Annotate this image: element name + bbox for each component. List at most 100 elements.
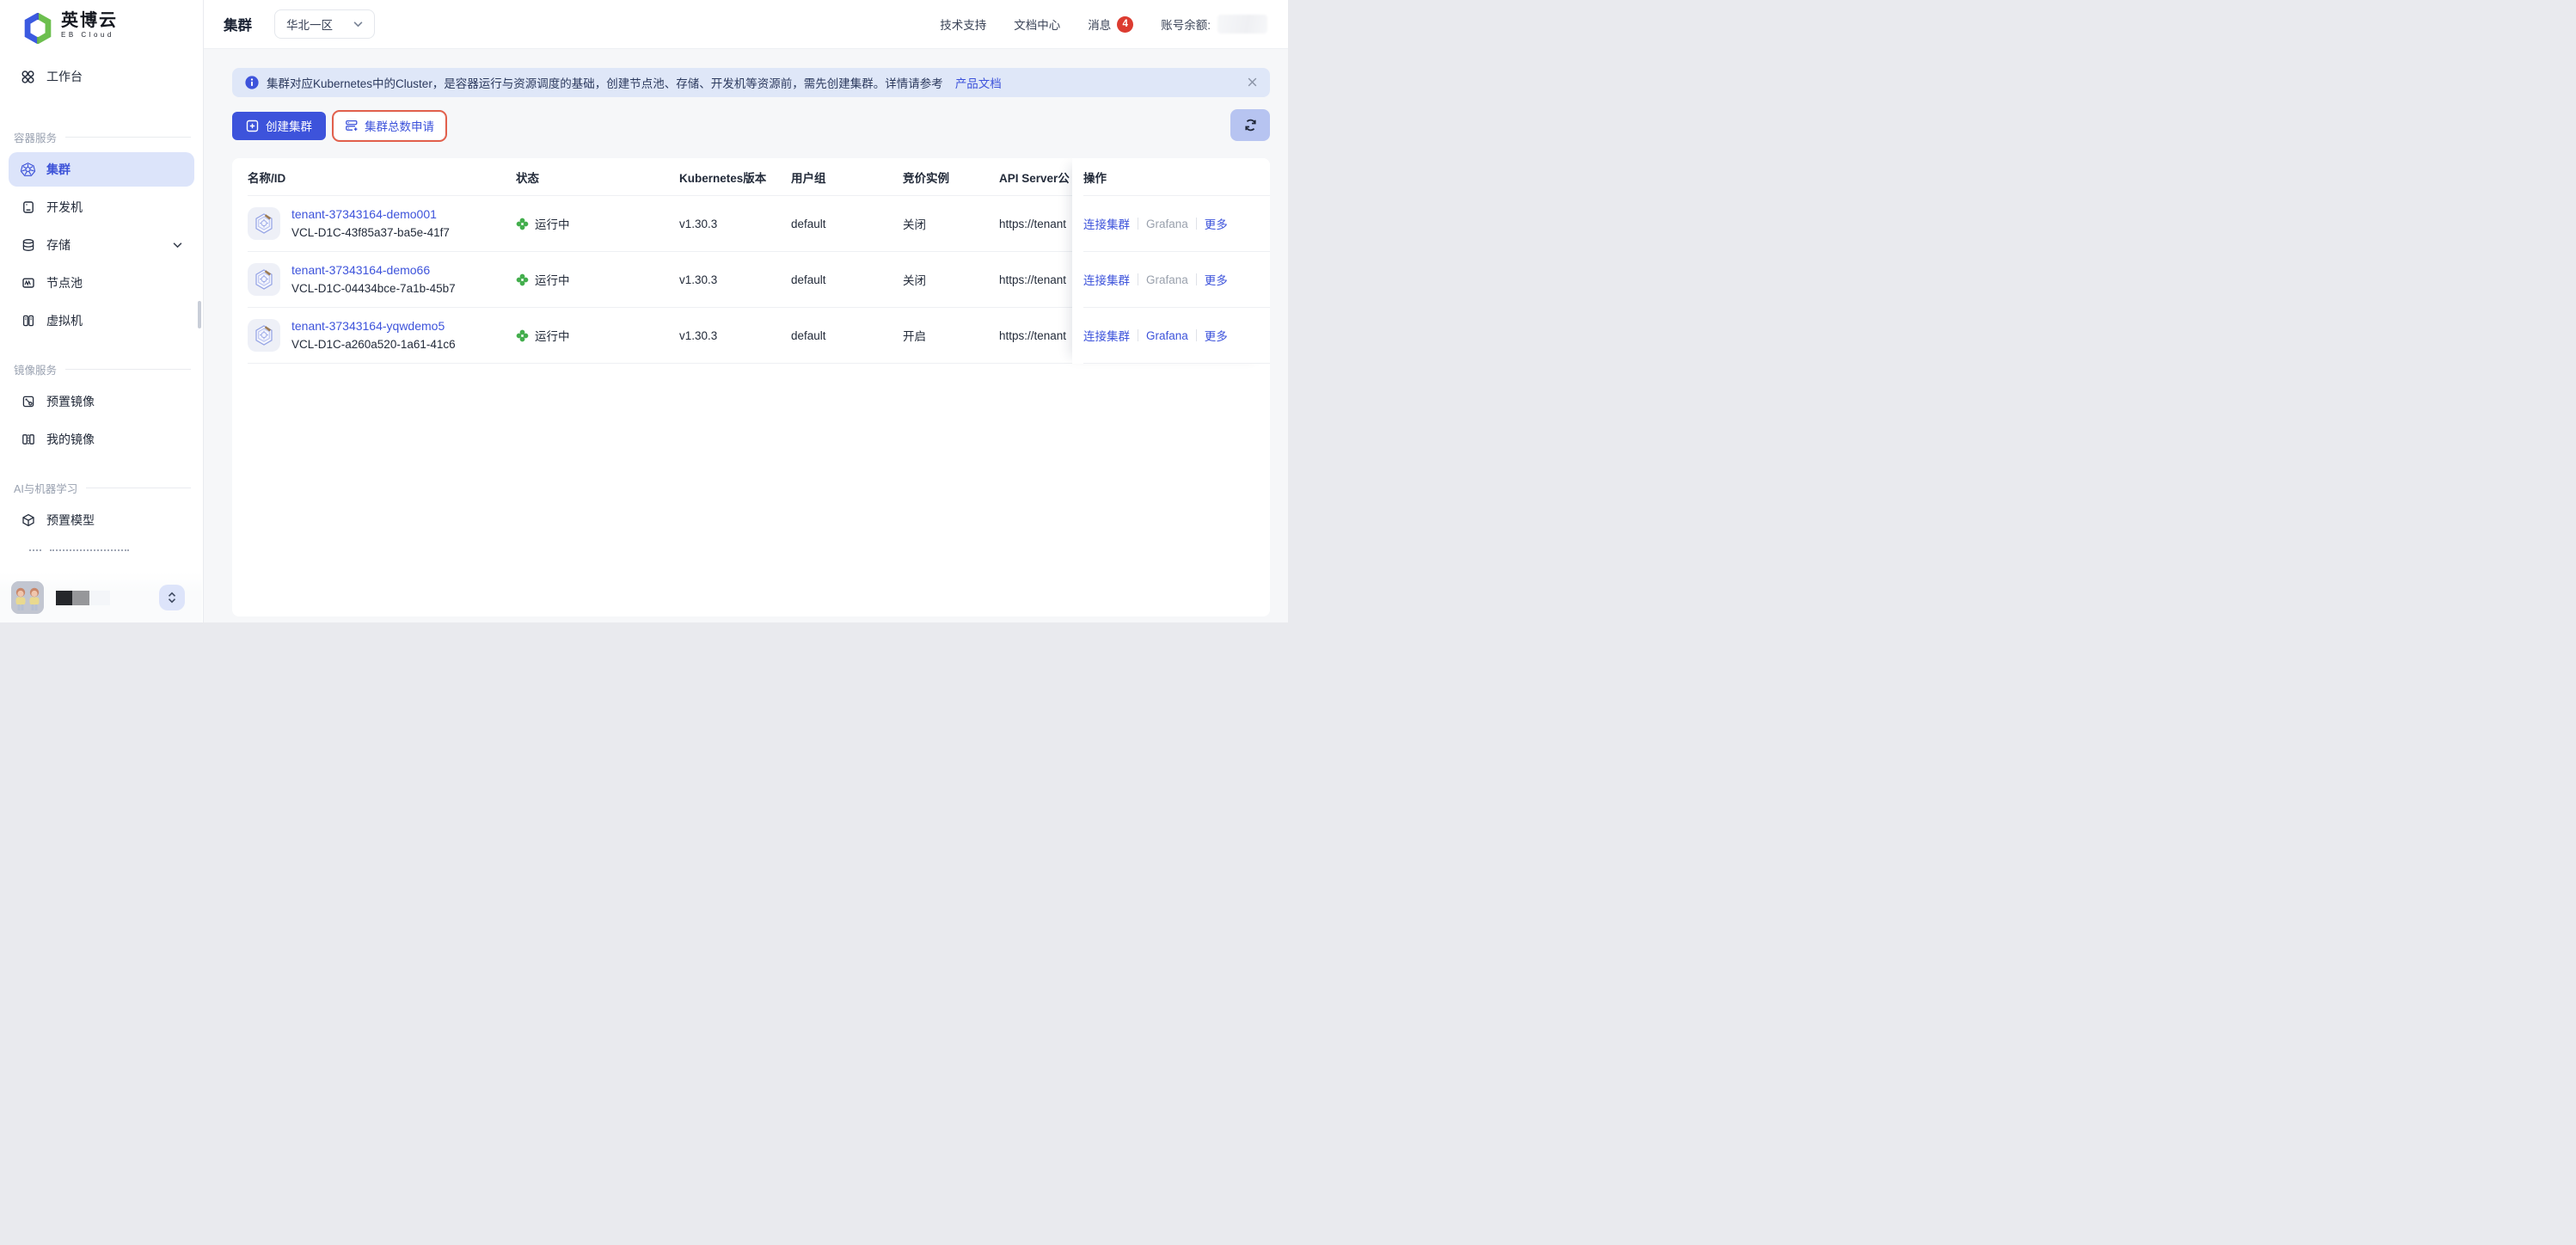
k8s-version: v1.30.3 <box>679 273 791 286</box>
connect-cluster-link[interactable]: 连接集群 <box>1083 215 1130 232</box>
docs-link[interactable]: 文档中心 <box>1014 15 1060 33</box>
api-server-url: https://tenant <box>999 218 1072 230</box>
vm-icon <box>21 314 35 328</box>
section-label: AI与机器学习 <box>14 480 77 496</box>
my-image-icon <box>21 432 35 447</box>
grafana-link: Grafana <box>1146 273 1188 286</box>
create-cluster-button[interactable]: 创建集群 <box>232 112 326 140</box>
sidebar-item-vm[interactable]: 虚拟机 <box>9 304 194 338</box>
refresh-icon <box>1243 118 1258 132</box>
sidebar-item-workbench[interactable]: 工作台 <box>9 59 194 94</box>
column-header-spot: 竞价实例 <box>903 169 999 186</box>
user-group: default <box>791 218 903 230</box>
cluster-icon <box>248 263 280 296</box>
column-header-name: 名称/ID <box>248 169 516 186</box>
annotation-highlight-box: 集群总数申请 <box>332 110 447 142</box>
sidebar-collapse-button[interactable] <box>159 585 185 610</box>
column-header-version: Kubernetes版本 <box>679 169 791 186</box>
support-link[interactable]: 技术支持 <box>940 15 986 33</box>
storage-icon <box>21 238 35 253</box>
cluster-id: VCL-D1C-04434bce-7a1b-45b7 <box>291 282 456 296</box>
refresh-button[interactable] <box>1230 109 1270 141</box>
more-link[interactable]: 更多 <box>1205 215 1228 232</box>
chevron-up-down-icon <box>165 591 179 604</box>
content-area: 集群对应Kubernetes中的Cluster，是容器运行与资源调度的基础，创建… <box>204 49 1288 622</box>
app-root: 英博云 EB Cloud 工作台 容器服务 <box>0 0 1288 622</box>
column-header-actions: 操作 <box>1083 158 1270 196</box>
create-cluster-label: 创建集群 <box>266 117 312 134</box>
user-avatar[interactable] <box>11 581 44 614</box>
sidebar: 英博云 EB Cloud 工作台 容器服务 <box>0 0 204 622</box>
spot-instance: 关闭 <box>903 271 999 288</box>
sidebar-item-preset-models[interactable]: 预置模型 <box>9 503 194 537</box>
api-server-url: https://tenant <box>999 273 1072 286</box>
balance-value-redacted <box>1217 15 1267 34</box>
spot-instance: 关闭 <box>903 215 999 232</box>
balance-label: 账号余额: <box>1161 15 1211 33</box>
grafana-link: Grafana <box>1146 218 1188 230</box>
status-text: 运行中 <box>535 271 570 288</box>
more-link[interactable]: 更多 <box>1205 271 1228 288</box>
user-group: default <box>791 329 903 342</box>
k8s-version: v1.30.3 <box>679 329 791 342</box>
api-server-url: https://tenant <box>999 329 1072 342</box>
status-running-icon <box>516 329 529 342</box>
section-label: 容器服务 <box>14 129 57 145</box>
sidebar-item-label: 我的镜像 <box>46 431 95 448</box>
messages-link[interactable]: 消息 4 <box>1088 15 1133 33</box>
sidebar-item-preset-images[interactable]: 预置镜像 <box>9 384 194 419</box>
section-divider <box>65 369 191 370</box>
brand-logo: 英博云 EB Cloud <box>0 0 203 46</box>
sidebar-item-label: 虚拟机 <box>46 312 83 329</box>
preset-model-icon <box>21 513 35 528</box>
messages-count-badge: 4 <box>1117 16 1133 33</box>
sidebar-section-ai-ml: AI与机器学习 <box>9 479 194 496</box>
sidebar-nav: 工作台 容器服务 集群 <box>0 59 203 558</box>
sidebar-item-nodepool[interactable]: 节点池 <box>9 266 194 300</box>
sidebar-item-my-images[interactable]: 我的镜像 <box>9 422 194 457</box>
sidebar-user-footer <box>0 573 202 622</box>
sidebar-item-partial[interactable] <box>29 549 182 558</box>
cluster-id: VCL-D1C-43f85a37-ba5e-41f7 <box>291 226 450 240</box>
row-actions: 连接集群 Grafana 更多 <box>1083 252 1270 308</box>
workbench-icon <box>21 70 35 84</box>
server-plus-icon <box>345 119 359 132</box>
info-banner: 集群对应Kubernetes中的Cluster，是容器运行与资源调度的基础，创建… <box>232 68 1270 97</box>
balance-item: 账号余额: <box>1161 15 1267 34</box>
chevron-down-icon <box>173 242 182 248</box>
info-icon <box>245 76 259 89</box>
sidebar-section-container-services: 容器服务 <box>9 128 194 145</box>
user-name-redacted <box>56 591 110 605</box>
topbar-right: 技术支持 文档中心 消息 4 账号余额: <box>940 15 1267 34</box>
cluster-table: 名称/ID 状态 Kubernetes版本 用户组 竞价实例 API Serve… <box>232 158 1270 616</box>
row-actions: 连接集群 Grafana 更多 <box>1083 308 1270 364</box>
chevron-down-icon <box>353 21 363 28</box>
quota-request-button[interactable]: 集群总数申请 <box>334 113 445 139</box>
sidebar-item-label: 开发机 <box>46 199 83 216</box>
messages-label: 消息 <box>1088 15 1111 33</box>
sidebar-scrollbar[interactable] <box>198 301 201 328</box>
connect-cluster-link[interactable]: 连接集群 <box>1083 271 1130 288</box>
topbar: 集群 华北一区 技术支持 文档中心 消息 4 账号余额: <box>204 0 1288 49</box>
cluster-name-link[interactable]: tenant-37343164-demo66 <box>291 263 456 278</box>
sidebar-item-devmachine[interactable]: 开发机 <box>9 190 194 224</box>
k8s-version: v1.30.3 <box>679 218 791 230</box>
sidebar-section-image-services: 镜像服务 <box>9 360 194 377</box>
grafana-link[interactable]: Grafana <box>1146 329 1188 342</box>
cluster-name-link[interactable]: tenant-37343164-yqwdemo5 <box>291 319 456 334</box>
more-link[interactable]: 更多 <box>1205 327 1228 344</box>
brand-name: 英博云 <box>61 11 118 30</box>
cluster-name-link[interactable]: tenant-37343164-demo001 <box>291 207 450 222</box>
product-docs-link[interactable]: 产品文档 <box>955 74 1002 91</box>
row-actions: 连接集群 Grafana 更多 <box>1083 196 1270 252</box>
banner-close-icon[interactable] <box>1247 77 1258 88</box>
section-divider <box>65 137 191 138</box>
sidebar-item-storage[interactable]: 存储 <box>9 228 194 262</box>
status-running-icon <box>516 218 529 230</box>
region-select[interactable]: 华北一区 <box>274 9 375 39</box>
quota-request-label: 集群总数申请 <box>365 117 434 134</box>
region-select-value: 华北一区 <box>286 15 333 33</box>
sidebar-item-cluster[interactable]: 集群 <box>9 152 194 187</box>
banner-text: 集群对应Kubernetes中的Cluster，是容器运行与资源调度的基础，创建… <box>267 74 943 91</box>
connect-cluster-link[interactable]: 连接集群 <box>1083 327 1130 344</box>
